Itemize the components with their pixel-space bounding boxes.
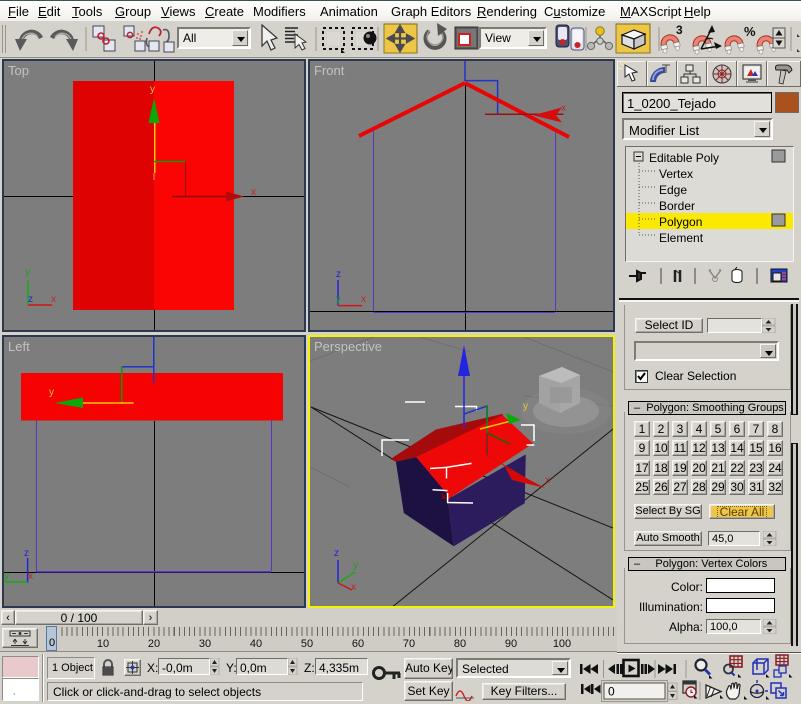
- svg-text:x: x: [545, 475, 550, 486]
- svg-text:Editable Poly: Editable Poly: [649, 151, 719, 165]
- svg-text:x: x: [361, 294, 366, 305]
- svg-text:y: y: [4, 571, 9, 582]
- svg-text:y: y: [49, 387, 54, 398]
- svg-text:x: x: [51, 294, 56, 305]
- svg-text:z: z: [28, 294, 33, 305]
- svg-text:Element: Element: [659, 231, 704, 245]
- svg-text:y: y: [353, 560, 358, 571]
- svg-text:Vertex: Vertex: [659, 167, 693, 181]
- svg-text:3: 3: [676, 23, 683, 37]
- svg-text:x: x: [251, 187, 256, 198]
- svg-text:Border: Border: [659, 199, 695, 213]
- svg-text:x: x: [561, 103, 566, 114]
- svg-text:x: x: [28, 571, 33, 582]
- svg-text:Edge: Edge: [659, 183, 687, 197]
- svg-text:y: y: [523, 401, 528, 412]
- svg-text:y: y: [336, 294, 341, 305]
- svg-text:x: x: [351, 582, 356, 593]
- svg-text:%: %: [744, 24, 756, 39]
- svg-text:y: y: [150, 84, 155, 95]
- svg-text:z: z: [24, 548, 29, 559]
- svg-text:0: 0: [608, 685, 615, 699]
- svg-text:y: y: [25, 267, 30, 278]
- svg-text:Polygon: Polygon: [659, 215, 702, 229]
- svg-text:z: z: [334, 548, 339, 559]
- svg-text:z: z: [336, 269, 341, 280]
